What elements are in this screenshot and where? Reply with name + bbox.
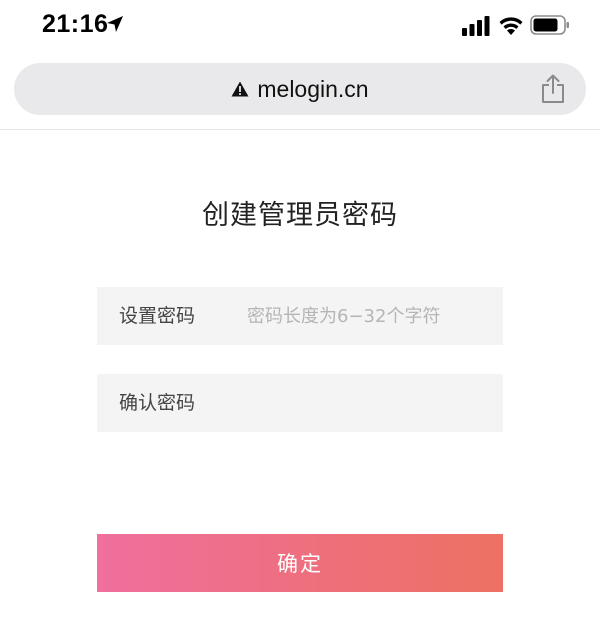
cellular-signal-icon <box>462 16 490 36</box>
status-time: 21:16 <box>42 10 109 38</box>
status-bar: 21:16 <box>0 0 600 54</box>
phone-screen: 21:16 melogin.cn 创建管理员密码 设置密码 确认密码 确定 <box>0 0 600 640</box>
confirm-password-label: 确认密码 <box>119 392 196 414</box>
confirm-password-field[interactable]: 确认密码 <box>97 374 503 432</box>
confirm-button[interactable]: 确定 <box>97 534 503 592</box>
wifi-icon <box>499 17 523 35</box>
location-arrow-icon <box>107 16 123 32</box>
url-display[interactable]: melogin.cn <box>14 63 586 115</box>
set-password-field[interactable]: 设置密码 <box>97 287 503 345</box>
set-password-label: 设置密码 <box>119 305 196 327</box>
warning-triangle-icon <box>231 81 249 97</box>
header-divider <box>0 129 600 130</box>
set-password-input[interactable] <box>247 287 487 345</box>
battery-icon <box>530 15 569 35</box>
confirm-password-input[interactable] <box>247 374 487 432</box>
url-text: melogin.cn <box>257 75 369 102</box>
address-bar[interactable]: melogin.cn <box>14 63 586 115</box>
page-title: 创建管理员密码 <box>202 200 398 231</box>
share-icon[interactable] <box>540 74 566 104</box>
